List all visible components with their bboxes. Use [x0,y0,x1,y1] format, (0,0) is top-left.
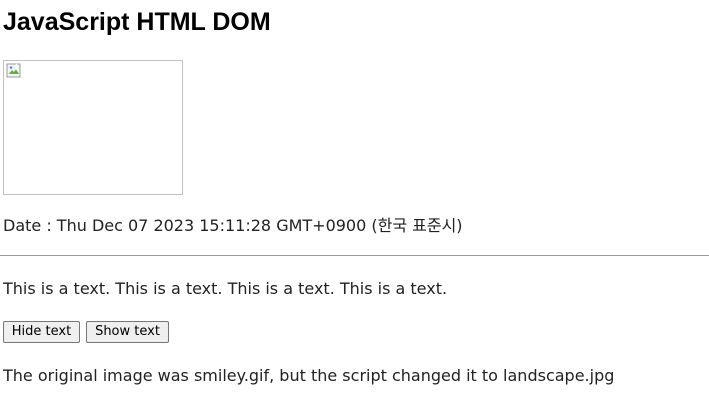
hide-text-button[interactable]: Hide text [3,321,80,343]
horizontal-rule [0,255,709,256]
image-placeholder [3,60,183,195]
page-title: JavaScript HTML DOM [3,8,271,36]
image-change-note: The original image was smiley.gif, but t… [3,366,615,385]
date-text: Date : Thu Dec 07 2023 15:11:28 GMT+0900… [3,216,463,235]
paragraph-text: This is a text. This is a text. This is … [3,279,448,298]
show-text-button[interactable]: Show text [86,321,169,343]
broken-image-icon [6,63,21,78]
